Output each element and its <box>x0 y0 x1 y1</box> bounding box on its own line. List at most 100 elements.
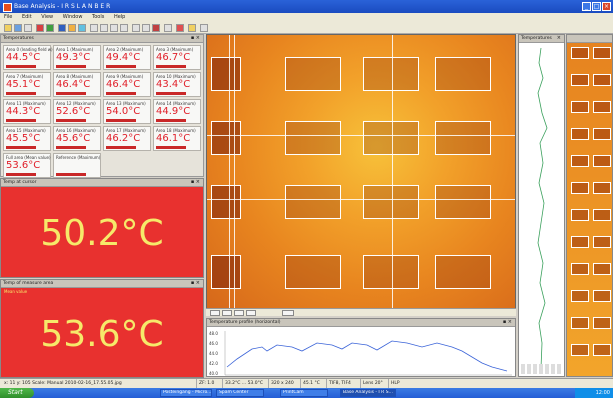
close-icon[interactable]: ▪ × <box>503 319 512 326</box>
profile-icon[interactable] <box>132 24 140 32</box>
ellipse-icon[interactable] <box>120 24 128 32</box>
save-icon[interactable] <box>14 24 22 32</box>
temp-cell[interactable]: Area 13 (Maximum) 54.0°C <box>103 99 151 124</box>
temp-cell[interactable]: Area 10 (Maximum) 43.4°C <box>153 72 201 97</box>
measure-area[interactable] <box>363 185 419 219</box>
vertical-profile-scale <box>521 364 563 374</box>
title-bar: Base Analysis - I R S L A N B E R _ □ × <box>0 0 613 13</box>
temp-cell-value: 46.4°C <box>106 79 141 90</box>
temp-cell[interactable]: Area 17 (Maximum) 46.2°C <box>103 126 151 151</box>
temp-cell[interactable]: Area 2 (Maximum) 49.4°C <box>103 45 151 70</box>
cursor-icon[interactable] <box>90 24 98 32</box>
vertical-profile-title: Temperatures <box>521 36 552 41</box>
maximize-button[interactable]: □ <box>592 2 601 11</box>
taskbar-item-mail[interactable]: Posteingang - Micro... <box>160 389 212 397</box>
temp-cell[interactable]: Area 7 (Maximum) 45.1°C <box>3 72 51 97</box>
temp-cell[interactable]: Area 16 (Maximum) 45.6°C <box>53 126 101 151</box>
measure-area[interactable] <box>363 255 419 289</box>
measure-area[interactable] <box>363 121 419 155</box>
temp-cell[interactable]: Area 9 (Maximum) 46.4°C <box>103 72 151 97</box>
status-mode: HLP <box>388 379 400 388</box>
record-icon[interactable] <box>176 24 184 32</box>
menu-edit[interactable]: Edit <box>18 13 36 22</box>
minimize-button[interactable]: _ <box>582 2 591 11</box>
measure-area[interactable] <box>211 121 241 155</box>
temp-cell[interactable]: Full area (Mean value) 53.6°C <box>3 153 51 178</box>
temp-cell[interactable]: Area 8 (Maximum) 46.4°C <box>53 72 101 97</box>
zoom-icon[interactable] <box>78 24 86 32</box>
cursor-vertical-line[interactable] <box>392 35 393 315</box>
cursor-horizontal-line[interactable] <box>207 135 515 136</box>
start-button[interactable]: Start <box>0 388 34 398</box>
status-temp: 45.1 °C <box>300 379 320 388</box>
next-frame-button[interactable] <box>234 310 244 316</box>
refresh-icon[interactable] <box>46 24 54 32</box>
measure-area[interactable] <box>285 57 341 91</box>
menu-file[interactable]: File <box>0 13 16 22</box>
histogram-icon[interactable] <box>142 24 150 32</box>
temp-cell[interactable]: Reference (Maximum) <box>53 153 101 178</box>
temp-cell[interactable]: Area 12 (Maximum) 52.6°C <box>53 99 101 124</box>
measure-area[interactable] <box>285 255 341 289</box>
close-file-icon[interactable] <box>36 24 44 32</box>
secondary-area-block <box>593 47 611 59</box>
taskbar-item-spam[interactable]: Spam Center <box>216 389 264 397</box>
close-button[interactable]: × <box>602 2 611 11</box>
measure-area[interactable] <box>435 57 491 91</box>
palette-icon[interactable] <box>68 24 76 32</box>
measure-area[interactable] <box>435 185 491 219</box>
camera-icon[interactable] <box>58 24 66 32</box>
prev-frame-button[interactable] <box>222 310 232 316</box>
status-resolution: 320 x 240 <box>268 379 294 388</box>
secondary-area-block <box>571 236 589 248</box>
secondary-area-block <box>593 263 611 275</box>
close-icon[interactable]: ▪ × <box>191 35 200 42</box>
line-icon[interactable] <box>100 24 108 32</box>
temp-cell[interactable]: Area 15 (Maximum) 45.5°C <box>3 126 51 151</box>
menu-help[interactable]: Help <box>110 13 129 22</box>
profile-line[interactable] <box>207 199 515 200</box>
menu-tools[interactable]: Tools <box>88 13 108 22</box>
temp-cell-bar <box>6 173 36 176</box>
help-icon[interactable] <box>200 24 208 32</box>
measure-area[interactable] <box>285 121 341 155</box>
temp-cell[interactable]: Area 3 (Maximum) 46.7°C <box>153 45 201 70</box>
measure-area[interactable] <box>435 121 491 155</box>
temp-cell[interactable]: Area 14 (Maximum) 44.9°C <box>153 99 201 124</box>
close-icon[interactable]: ▪ × <box>191 280 200 287</box>
taskbar: Start Posteingang - Micro... Spam Center… <box>0 388 613 398</box>
temp-cell[interactable]: Area 1 (Maximum) 49.3°C <box>53 45 101 70</box>
rectangle-icon[interactable] <box>110 24 118 32</box>
temp-cell[interactable]: Area 11 (Maximum) 44.3°C <box>3 99 51 124</box>
temp-cell-value: 43.4°C <box>156 79 191 90</box>
taskbar-item-printcam[interactable]: PrintCam <box>280 389 328 397</box>
export-icon[interactable] <box>164 24 172 32</box>
taskbar-item-base-analysis[interactable]: Base Analysis - I R S... <box>340 389 396 397</box>
settings-icon[interactable] <box>188 24 196 32</box>
measure-area[interactable] <box>363 57 419 91</box>
thermal-image[interactable] <box>206 34 516 316</box>
measure-area[interactable] <box>435 255 491 289</box>
print-icon[interactable] <box>24 24 32 32</box>
secondary-area-block <box>571 209 589 221</box>
first-frame-button[interactable] <box>210 310 220 316</box>
menu-window[interactable]: Window <box>59 13 87 22</box>
temp-cell[interactable]: Area 18 (Maximum) 46.1°C <box>153 126 201 151</box>
open-icon[interactable] <box>4 24 12 32</box>
vertical-line-left[interactable] <box>229 35 230 315</box>
menu-view[interactable]: View <box>37 13 57 22</box>
measure-area[interactable] <box>211 255 241 289</box>
secondary-area-block <box>593 101 611 113</box>
alarm-icon[interactable] <box>152 24 160 32</box>
vertical-profile-chart <box>537 47 548 369</box>
measure-area[interactable] <box>211 57 241 91</box>
close-icon[interactable]: ▪ × <box>191 179 200 186</box>
last-frame-button[interactable] <box>246 310 256 316</box>
temp-cell[interactable]: Area 0 (leading field w) 44.5°C <box>3 45 53 70</box>
close-icon[interactable]: × <box>557 35 561 42</box>
area-temp-subtitle: Mean value <box>4 289 28 294</box>
vertical-line-left-2[interactable] <box>234 35 235 315</box>
measure-area[interactable] <box>211 185 241 219</box>
slider-thumb[interactable] <box>282 310 294 316</box>
measure-area[interactable] <box>285 185 341 219</box>
